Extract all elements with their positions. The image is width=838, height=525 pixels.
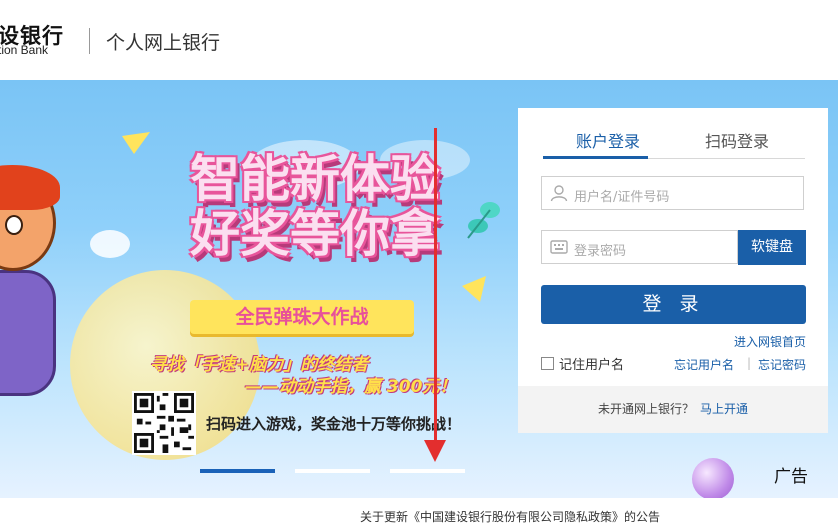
qr-code-icon [132, 391, 196, 455]
header: 设银行 tion Bank 个人网上银行 [0, 0, 838, 80]
banner-tag-text: 全民弹珠大作战 [235, 306, 369, 328]
banner-scan-text: 扫码进入游戏，奖金池十万等你挑战！ [206, 415, 462, 433]
headline-line-1: 智能新体验 [190, 150, 440, 208]
username-placeholder: 用户名/证件号码 [574, 190, 670, 205]
page-title: 个人网上银行 [106, 32, 221, 54]
link-separator: | [747, 356, 752, 370]
login-button[interactable]: 登 录 [541, 285, 806, 324]
remember-username[interactable]: 记住用户名 [541, 354, 624, 373]
password-placeholder: 登录密码 [574, 244, 627, 259]
remember-label: 记住用户名 [559, 358, 625, 373]
login-tabs: 账户登录 扫码登录 [543, 128, 805, 159]
star-decoration [462, 276, 486, 302]
annotation-arrow-icon [424, 440, 446, 462]
bank-logo-english: tion Bank [0, 43, 49, 57]
ball-decoration [692, 458, 734, 498]
enroll-now-link[interactable]: 马上开通 [700, 402, 748, 416]
not-enrolled-text: 未开通网上银行？ [597, 402, 694, 416]
star-decoration [122, 132, 150, 154]
tab-account-login[interactable]: 账户登录 [576, 128, 640, 152]
character-eye [5, 215, 23, 235]
annotation-arrow-shaft [434, 128, 437, 443]
soft-keyboard-button[interactable]: 软键盘 [738, 230, 806, 265]
headline-line-2: 好奖等你拿 [190, 205, 440, 263]
forgot-username-link[interactable]: 忘记用户名 [674, 356, 734, 373]
banner-slogan-2: ——动动手指，赢 300元！ [245, 377, 457, 397]
cloud-decoration [90, 230, 130, 258]
user-icon [550, 185, 568, 202]
tab-qr-login[interactable]: 扫码登录 [705, 128, 769, 152]
character-suit [0, 270, 56, 396]
forgot-password-link[interactable]: 忘记密码 [758, 356, 806, 373]
login-footer: 未开通网上银行？ 马上开通 [518, 386, 828, 433]
carousel-dot-1[interactable] [200, 469, 275, 473]
remember-checkbox[interactable] [541, 357, 554, 370]
banner-tag: 全民弹珠大作战 [190, 300, 414, 334]
banner-headline: 智能新体验 好奖等你拿 [150, 152, 480, 262]
character-hair [0, 165, 60, 210]
carousel-dot-3[interactable] [390, 469, 465, 473]
username-input[interactable]: 用户名/证件号码 [541, 176, 804, 210]
password-input[interactable]: 登录密码 [541, 230, 738, 264]
active-tab-indicator [543, 156, 648, 159]
carousel-dot-2[interactable] [295, 469, 370, 473]
login-panel: 账户登录 扫码登录 用户名/证件号码 登录密码 软键盘 登 录 进入网银首页 记… [518, 108, 828, 433]
header-divider [89, 28, 90, 54]
keyboard-icon [550, 240, 568, 254]
ad-label: 广告 [774, 467, 808, 487]
enter-homepage-link[interactable]: 进入网银首页 [734, 333, 806, 350]
